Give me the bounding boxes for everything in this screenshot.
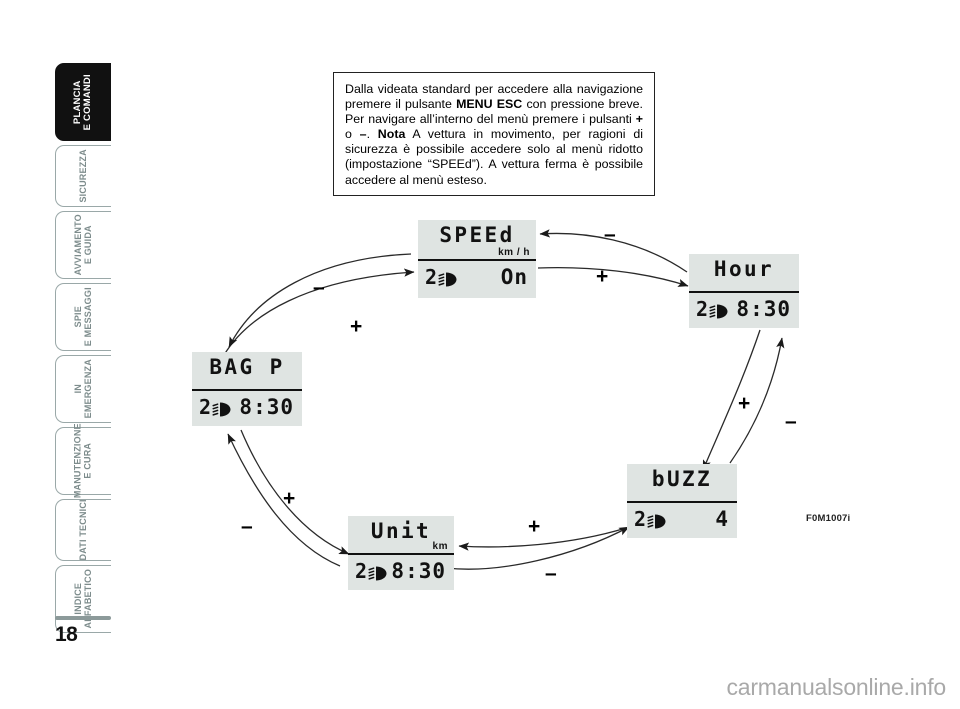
lcd-title: bUZZ <box>651 467 713 491</box>
lcd-top-row: SPEEd km / h <box>418 220 536 261</box>
lcd-value: 4 <box>715 507 729 531</box>
low-beam-headlight-icon <box>212 399 234 416</box>
lcd-title: Unit <box>370 519 432 543</box>
sign-hour-buzz-plus: + <box>738 392 751 415</box>
lcd-bottom-row: 2 8:30 <box>689 293 799 330</box>
lcd-screen-bagp: BAG P 2 8:30 <box>192 352 302 426</box>
lcd-bottom-row: 2 8:30 <box>192 391 302 428</box>
lcd-gear-digit: 2 <box>355 559 368 583</box>
lcd-gear-digit: 2 <box>634 507 647 531</box>
lcd-screen-unit: Unit km 2 8:30 <box>348 516 454 590</box>
lcd-gear-digit: 2 <box>425 265 438 289</box>
lcd-title: SPEEd <box>439 223 515 247</box>
lcd-unit-label: km / h <box>498 247 530 258</box>
lcd-value: 8:30 <box>736 297 791 321</box>
watermark: carmanualsonline.info <box>726 674 946 700</box>
lcd-top-row: Unit km <box>348 516 454 555</box>
lcd-top-row: bUZZ <box>627 464 737 503</box>
lcd-gear-digit: 2 <box>199 395 212 419</box>
lcd-left-group: 2 <box>634 507 669 531</box>
sign-unit-bagp-minus: – <box>241 515 253 538</box>
lcd-unit-label: km <box>432 541 448 552</box>
lcd-top-row: Hour <box>689 254 799 293</box>
lcd-screen-buzz: bUZZ 2 4 <box>627 464 737 538</box>
lcd-bottom-row: 2 On <box>418 261 536 300</box>
lcd-bottom-row: 2 8:30 <box>348 555 454 592</box>
lcd-value: 8:30 <box>239 395 294 419</box>
lcd-left-group: 2 <box>199 395 234 419</box>
lcd-left-group: 2 <box>696 297 731 321</box>
low-beam-headlight-icon <box>709 301 731 318</box>
sign-unit-bagp-plus: + <box>283 487 296 510</box>
lcd-title: BAG P <box>209 355 285 379</box>
lcd-screen-hour: Hour 2 8:30 <box>689 254 799 328</box>
lcd-value: 8:30 <box>391 559 446 583</box>
sign-buzz-unit-minus: – <box>545 562 557 585</box>
lcd-top-row: BAG P <box>192 352 302 391</box>
lcd-screen-speed: SPEEd km / h 2 On <box>418 220 536 298</box>
figure-code: F0M1007i <box>806 513 851 524</box>
lcd-left-group: 2 <box>355 559 390 583</box>
sign-hour-buzz-minus: – <box>785 410 797 433</box>
lcd-left-group: 2 <box>425 265 460 289</box>
menu-navigation-diagram: SPEEd km / h 2 On Hour 2 8:30 bUZZ 2 4 U… <box>0 0 960 709</box>
lcd-title: Hour <box>713 257 775 281</box>
lcd-value: On <box>500 265 528 289</box>
diagram-arrows <box>223 229 785 570</box>
sign-bagp-speed-minus: – <box>313 276 325 299</box>
low-beam-headlight-icon <box>368 563 390 580</box>
lcd-bottom-row: 2 4 <box>627 503 737 540</box>
low-beam-headlight-icon <box>438 269 460 286</box>
lcd-gear-digit: 2 <box>696 297 709 321</box>
sign-buzz-unit-plus: + <box>528 515 541 538</box>
low-beam-headlight-icon <box>647 511 669 528</box>
sign-speed-hour-minus: – <box>604 223 616 246</box>
sign-speed-hour-plus: + <box>596 265 609 288</box>
sign-bagp-speed-plus: + <box>350 315 363 338</box>
